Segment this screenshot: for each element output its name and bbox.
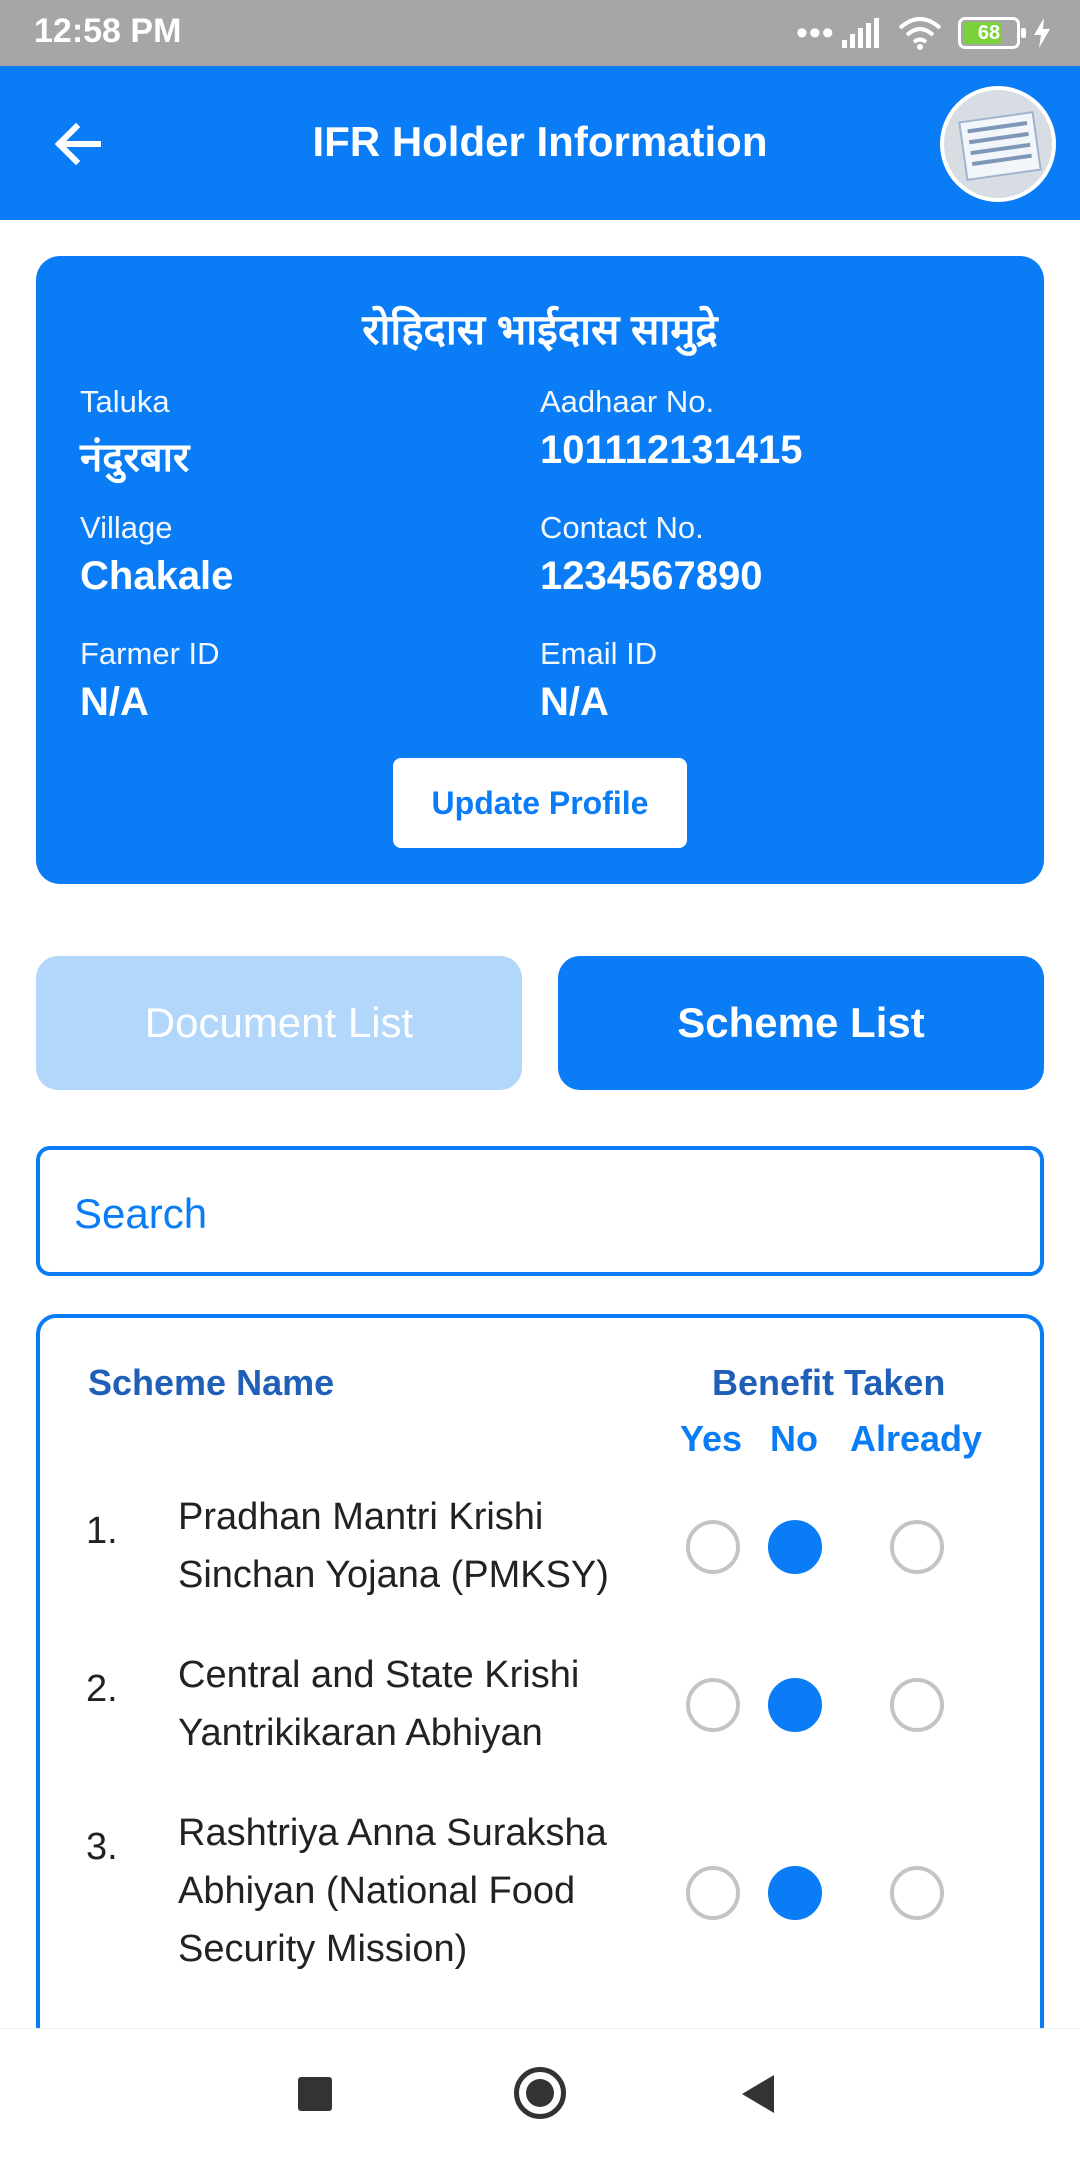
system-nav-bar — [0, 2028, 1080, 2160]
email-field: Email ID N/A — [540, 636, 657, 725]
radio-no[interactable] — [768, 1520, 822, 1574]
farmer-id-value: N/A — [80, 680, 149, 724]
farmer-id-label: Farmer ID — [80, 636, 220, 671]
contact-label: Contact No. — [540, 510, 704, 545]
village-value: Chakale — [80, 554, 234, 598]
recents-icon[interactable] — [298, 2077, 332, 2111]
scheme-row: 3. Rashtriya Anna Suraksha Abhiyan (Nati… — [40, 1804, 1040, 1984]
more-dots-icon: ••• — [796, 14, 835, 52]
contact-field: Contact No. 1234567890 — [540, 510, 762, 599]
aadhaar-field: Aadhaar No. 101112131415 — [540, 384, 803, 473]
scheme-name: Rashtriya Anna Suraksha Abhiyan (Nationa… — [178, 1812, 607, 1970]
scheme-row: 2. Central and State Krishi Yantrikikara… — [40, 1646, 1040, 1766]
contact-value: 1234567890 — [540, 554, 763, 598]
back-icon[interactable] — [742, 2075, 774, 2113]
scheme-name-header: Scheme Name — [88, 1362, 335, 1403]
scheme-number: 3. — [86, 1826, 118, 1868]
profile-card: रोहिदास भाईदास सामुद्रे Taluka नंदुरबार … — [36, 256, 1044, 884]
search-input[interactable]: Search — [36, 1146, 1044, 1276]
email-value: N/A — [540, 680, 609, 724]
farmer-id-field: Farmer ID N/A — [80, 636, 220, 725]
scheme-number: 1. — [86, 1510, 118, 1552]
benefit-taken-header: Benefit Taken — [712, 1362, 946, 1403]
app-bar: IFR Holder Information — [0, 66, 1080, 220]
signal-icon — [842, 18, 879, 48]
radio-already[interactable] — [890, 1678, 944, 1732]
option-no-header: No — [770, 1418, 818, 1459]
taluka-field: Taluka नंदुरबार — [80, 384, 189, 483]
scheme-name: Pradhan Mantri Krishi Sinchan Yojana (PM… — [178, 1496, 609, 1596]
avatar[interactable] — [940, 86, 1056, 202]
battery-icon: 68 — [958, 17, 1026, 49]
tab-scheme-list[interactable]: Scheme List — [558, 956, 1044, 1090]
battery-level: 68 — [977, 22, 1001, 44]
taluka-label: Taluka — [80, 384, 170, 419]
tab-document-list[interactable]: Document List — [36, 956, 522, 1090]
radio-already[interactable] — [890, 1520, 944, 1574]
charging-icon — [1034, 18, 1050, 48]
home-icon[interactable] — [514, 2067, 566, 2119]
village-label: Village — [80, 510, 173, 545]
scheme-number: 2. — [86, 1668, 118, 1710]
wifi-icon — [898, 17, 942, 50]
search-placeholder: Search — [74, 1190, 208, 1237]
village-field: Village Chakale — [80, 510, 233, 599]
aadhaar-label: Aadhaar No. — [540, 384, 715, 419]
scheme-name: Central and State Krishi Yantrikikaran A… — [178, 1654, 580, 1754]
taluka-value: नंदुरबार — [80, 436, 190, 480]
radio-yes[interactable] — [686, 1520, 740, 1574]
radio-yes[interactable] — [686, 1678, 740, 1732]
aadhaar-value: 101112131415 — [540, 428, 803, 472]
status-time: 12:58 PM — [34, 12, 182, 50]
page-title: IFR Holder Information — [312, 118, 768, 165]
radio-no[interactable] — [768, 1678, 822, 1732]
option-yes-header: Yes — [680, 1418, 743, 1459]
radio-no[interactable] — [768, 1866, 822, 1920]
email-label: Email ID — [540, 636, 658, 671]
radio-yes[interactable] — [686, 1866, 740, 1920]
holder-name: रोहिदास भाईदास सामुद्रे — [362, 306, 718, 353]
option-already-header: Already — [850, 1418, 983, 1459]
scheme-row: 1. Pradhan Mantri Krishi Sinchan Yojana … — [40, 1488, 1040, 1608]
status-bar: 12:58 PM ••• 68 — [0, 0, 1080, 66]
radio-already[interactable] — [890, 1866, 944, 1920]
update-profile-button[interactable]: Update Profile — [393, 758, 687, 848]
